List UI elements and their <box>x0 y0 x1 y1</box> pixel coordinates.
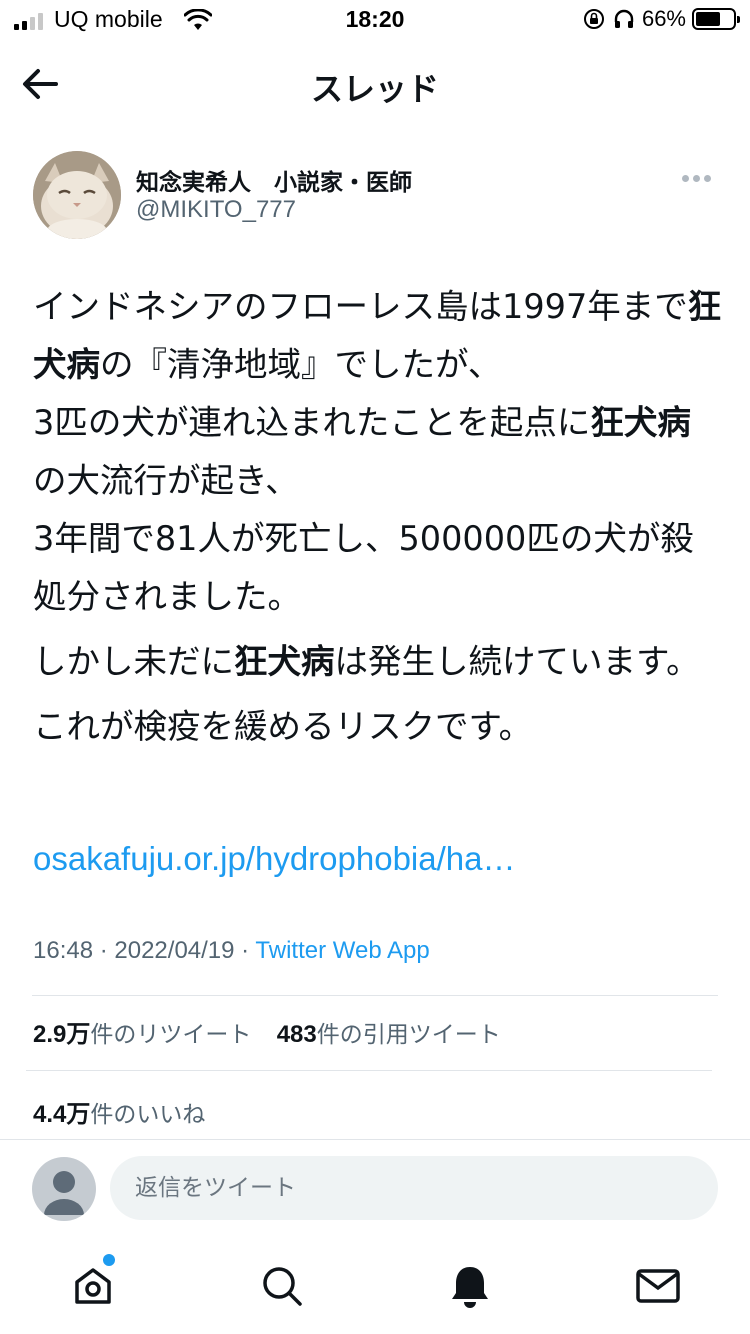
nav-header: スレッド <box>0 40 750 128</box>
tweet-paragraph-1: インドネシアのフローレス島は1997年まで狂犬病の『清浄地域』でしたが、 3匹の犬… <box>33 287 722 616</box>
author-name[interactable]: 知念実希人 小説家・医師 <box>136 163 412 197</box>
quotes-stat[interactable]: 483件の引用ツイート <box>277 1021 501 1048</box>
likes-stat[interactable]: 4.4万件のいいね <box>33 1101 205 1128</box>
divider <box>0 1139 750 1140</box>
tweet-paragraph-3: これが検疫を緩めるリスクです。 <box>33 707 533 746</box>
divider <box>32 995 718 996</box>
retweets-stat[interactable]: 2.9万件のリツイート <box>33 1021 251 1048</box>
tweet-timestamp: 16:48 · 2022/04/19 · <box>33 937 256 964</box>
divider <box>26 1070 712 1071</box>
author-avatar[interactable] <box>33 151 121 239</box>
battery-fill <box>696 12 720 26</box>
tweet-text: インドネシアのフローレス島は1997年まで狂犬病の『清浄地域』でしたが、 3匹の犬… <box>33 278 723 756</box>
page-title: スレッド <box>310 70 439 108</box>
tweet-paragraph-2: しかし未だに狂犬病は発生し続けています。 <box>33 642 700 681</box>
more-options-icon[interactable] <box>682 168 716 188</box>
status-bar: UQ mobile 18:20 66% <box>0 0 750 40</box>
home-icon[interactable] <box>69 1262 117 1310</box>
battery-percent: 66% <box>641 6 686 31</box>
likes-row: 4.4万件のいいね <box>33 1094 223 1129</box>
notification-dot <box>103 1254 115 1266</box>
mail-icon[interactable] <box>634 1262 682 1310</box>
reply-input[interactable]: 返信をツイート <box>110 1156 718 1220</box>
stats-row: 2.9万件のリツイート 483件の引用ツイート <box>33 1014 519 1049</box>
tweet-link[interactable]: osakafuju.or.jp/hydrophobia/ha… <box>33 840 516 878</box>
battery-icon <box>692 8 740 30</box>
bell-icon[interactable] <box>446 1262 494 1310</box>
headphones-icon <box>614 9 634 28</box>
tweet-meta: 16:48 · 2022/04/19 · Twitter Web App <box>33 937 430 965</box>
orientation-lock-icon <box>583 9 604 29</box>
search-icon[interactable] <box>258 1262 306 1310</box>
tweet-source[interactable]: Twitter Web App <box>255 937 429 964</box>
user-avatar[interactable] <box>32 1157 96 1221</box>
author-handle[interactable]: @MIKITO_777 <box>136 196 296 224</box>
